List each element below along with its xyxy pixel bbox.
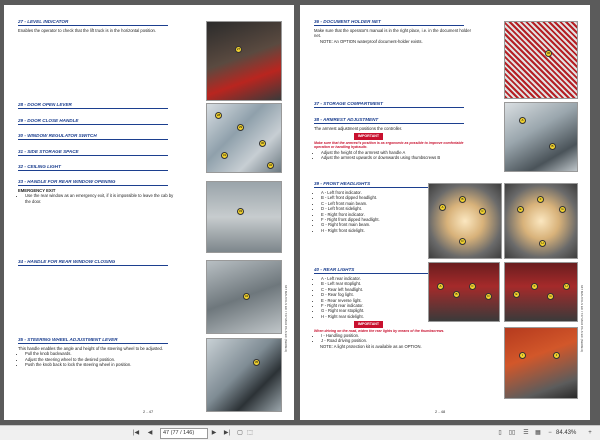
fit-page-icon[interactable]: ▢ bbox=[236, 428, 244, 438]
page-number: 2 - 48 bbox=[435, 409, 446, 414]
note-text: NOTE: An OPTION waterproof document-hold… bbox=[320, 38, 423, 44]
cab-door-photo: 28 29 30 31 32 bbox=[206, 103, 282, 173]
list-item: Use the rear window as an emergency exit… bbox=[25, 193, 178, 204]
continuous-view-icon[interactable]: ☰ bbox=[522, 428, 530, 438]
list-item: Push the knob back to lock the steering … bbox=[25, 362, 178, 367]
section-title: 32 - CEILING LIGHT bbox=[18, 164, 168, 172]
list-item: Adjust the armrest upwards or downwards … bbox=[321, 155, 474, 160]
callout-marker: D bbox=[459, 238, 466, 245]
rear-window-handle-photo: 33 bbox=[206, 181, 282, 253]
callout-marker: 27 bbox=[235, 46, 242, 53]
callout-marker: 30 bbox=[259, 140, 266, 147]
important-badge: IMPORTANT bbox=[354, 321, 384, 328]
callout-marker: F bbox=[537, 196, 544, 203]
callout-marker: B bbox=[549, 143, 556, 150]
callout-marker: A bbox=[439, 204, 446, 211]
callout-marker: E bbox=[517, 206, 524, 213]
left-page: 27 - LEVEL INDICATOR Enables the operato… bbox=[4, 5, 294, 420]
callout-marker: 35 bbox=[253, 359, 260, 366]
section-38: 38 - ARMREST ADJUSTMENT The armrest adju… bbox=[314, 117, 474, 160]
section-title: 37 - STORAGE COMPARTMENT bbox=[314, 101, 464, 109]
callout-marker: 29 bbox=[237, 124, 244, 131]
section-32: 32 - CEILING LIGHT bbox=[18, 164, 168, 172]
note-text: NOTE: A light protection kit is availabl… bbox=[320, 343, 422, 349]
callout-marker: H bbox=[563, 283, 570, 290]
section-title: 28 - DOOR OPEN LEVER bbox=[18, 102, 168, 110]
rear-lights-left-photo: A B C D bbox=[428, 262, 500, 322]
section-30: 30 - WINDOW REGULATOR SWITCH bbox=[18, 133, 168, 141]
side-reference-text: 647 MAU PA-S EC / 747 MAU PA-S EC (SERIE… bbox=[284, 285, 288, 353]
page-number: 2 - 47 bbox=[143, 409, 154, 414]
zoom-out-icon[interactable]: − bbox=[546, 428, 554, 438]
right-page: 36 - DOCUMENT HOLDER NET Make sure that … bbox=[300, 5, 590, 420]
section-title: 27 - LEVEL INDICATOR bbox=[18, 19, 168, 27]
section-title: 35 - STEERING WHEEL ADJUSTMENT LEVER bbox=[18, 337, 168, 345]
rear-window-closing-photo: 34 bbox=[206, 260, 282, 334]
section-28: 28 - DOOR OPEN LEVER bbox=[18, 102, 168, 110]
callout-marker: F bbox=[531, 283, 538, 290]
section-title: 34 - HANDLE FOR REAR WINDOW CLOSING bbox=[18, 259, 168, 267]
document-holder-photo: 36 bbox=[504, 21, 578, 99]
fit-width-icon[interactable]: ⬚ bbox=[246, 428, 254, 438]
section-title: 38 - ARMREST ADJUSTMENT bbox=[314, 117, 464, 125]
section-title: 31 - SIDE STORAGE SPACE bbox=[18, 149, 168, 157]
two-page-view-icon[interactable]: ▯▯ bbox=[508, 428, 516, 438]
callout-marker: 28 bbox=[215, 112, 222, 119]
warning-text: Make sure that the armrest's position is… bbox=[314, 140, 464, 150]
callout-marker: 33 bbox=[237, 208, 244, 215]
callout-marker: D bbox=[485, 293, 492, 300]
level-indicator-photo: 27 bbox=[206, 21, 282, 101]
callout-marker: 36 bbox=[545, 50, 552, 57]
reading-view-icon[interactable]: ▦ bbox=[534, 428, 542, 438]
section-29: 29 - DOOR CLOSE HANDLE bbox=[18, 118, 168, 126]
section-34: 34 - HANDLE FOR REAR WINDOW CLOSING bbox=[18, 259, 168, 267]
callout-marker: B bbox=[459, 196, 466, 203]
section-title: 33 - HANDLE FOR REAR WINDOW OPENING bbox=[18, 179, 168, 187]
document-viewer-pane: 27 - LEVEL INDICATOR Enables the operato… bbox=[0, 0, 600, 425]
callout-marker: I bbox=[519, 352, 526, 359]
section-title: 29 - DOOR CLOSE HANDLE bbox=[18, 118, 168, 126]
callout-marker: J bbox=[553, 352, 560, 359]
section-27: 27 - LEVEL INDICATOR Enables the operato… bbox=[18, 19, 178, 33]
section-body: The armrest adjustment positions the con… bbox=[314, 125, 403, 131]
callout-marker: 32 bbox=[267, 162, 274, 169]
front-headlight-left-photo: A B C D bbox=[428, 183, 502, 259]
viewer-toolbar: |◀ ◀ 47 (77 / 146) ▶ ▶| ▢ ⬚ ▯ ▯▯ ☰ ▦ − 8… bbox=[0, 425, 600, 440]
zoom-level[interactable]: 84.43% bbox=[556, 428, 576, 438]
steering-wheel-lever-photo: 35 bbox=[206, 338, 282, 412]
first-page-icon[interactable]: |◀ bbox=[132, 428, 140, 438]
section-37: 37 - STORAGE COMPARTMENT bbox=[314, 101, 464, 109]
section-title: 30 - WINDOW REGULATOR SWITCH bbox=[18, 133, 168, 141]
section-36: 36 - DOCUMENT HOLDER NET Make sure that … bbox=[314, 19, 474, 44]
callout-marker: 31 bbox=[221, 152, 228, 159]
side-reference-text: 647 MAU PA-S EC / 747 MAU PA-S EC (SERIE… bbox=[580, 285, 584, 353]
section-title: 36 - DOCUMENT HOLDER NET bbox=[314, 19, 464, 27]
front-headlight-right-photo: E F G H bbox=[504, 183, 578, 259]
next-page-icon[interactable]: ▶ bbox=[210, 428, 218, 438]
page-number-input[interactable]: 47 (77 / 146) bbox=[160, 428, 208, 439]
callout-marker: A bbox=[437, 283, 444, 290]
callout-marker: A bbox=[519, 117, 526, 124]
single-page-view-icon[interactable]: ▯ bbox=[496, 428, 504, 438]
rear-lights-position-photo: I J bbox=[504, 327, 578, 399]
section-31: 31 - SIDE STORAGE SPACE bbox=[18, 149, 168, 157]
callout-marker: C bbox=[479, 208, 486, 215]
callout-marker: 34 bbox=[243, 293, 250, 300]
important-badge: IMPORTANT bbox=[354, 133, 384, 140]
section-body: Make sure that the operator's manual is … bbox=[314, 27, 471, 39]
section-33: 33 - HANDLE FOR REAR WINDOW OPENING EMER… bbox=[18, 179, 178, 204]
callout-marker: C bbox=[469, 283, 476, 290]
callout-marker: G bbox=[547, 293, 554, 300]
section-35: 35 - STEERING WHEEL ADJUSTMENT LEVER Thi… bbox=[18, 337, 178, 368]
callout-marker: H bbox=[539, 240, 546, 247]
section-body: Enables the operator to check that the l… bbox=[18, 27, 157, 33]
zoom-in-icon[interactable]: + bbox=[586, 428, 594, 438]
rear-lights-right-photo: E F G H bbox=[504, 262, 578, 322]
callout-marker: G bbox=[559, 206, 566, 213]
last-page-icon[interactable]: ▶| bbox=[222, 428, 232, 438]
previous-page-icon[interactable]: ◀ bbox=[146, 428, 154, 438]
armrest-photo: A B bbox=[504, 102, 578, 172]
callout-marker: E bbox=[513, 291, 520, 298]
callout-marker: B bbox=[453, 291, 460, 298]
